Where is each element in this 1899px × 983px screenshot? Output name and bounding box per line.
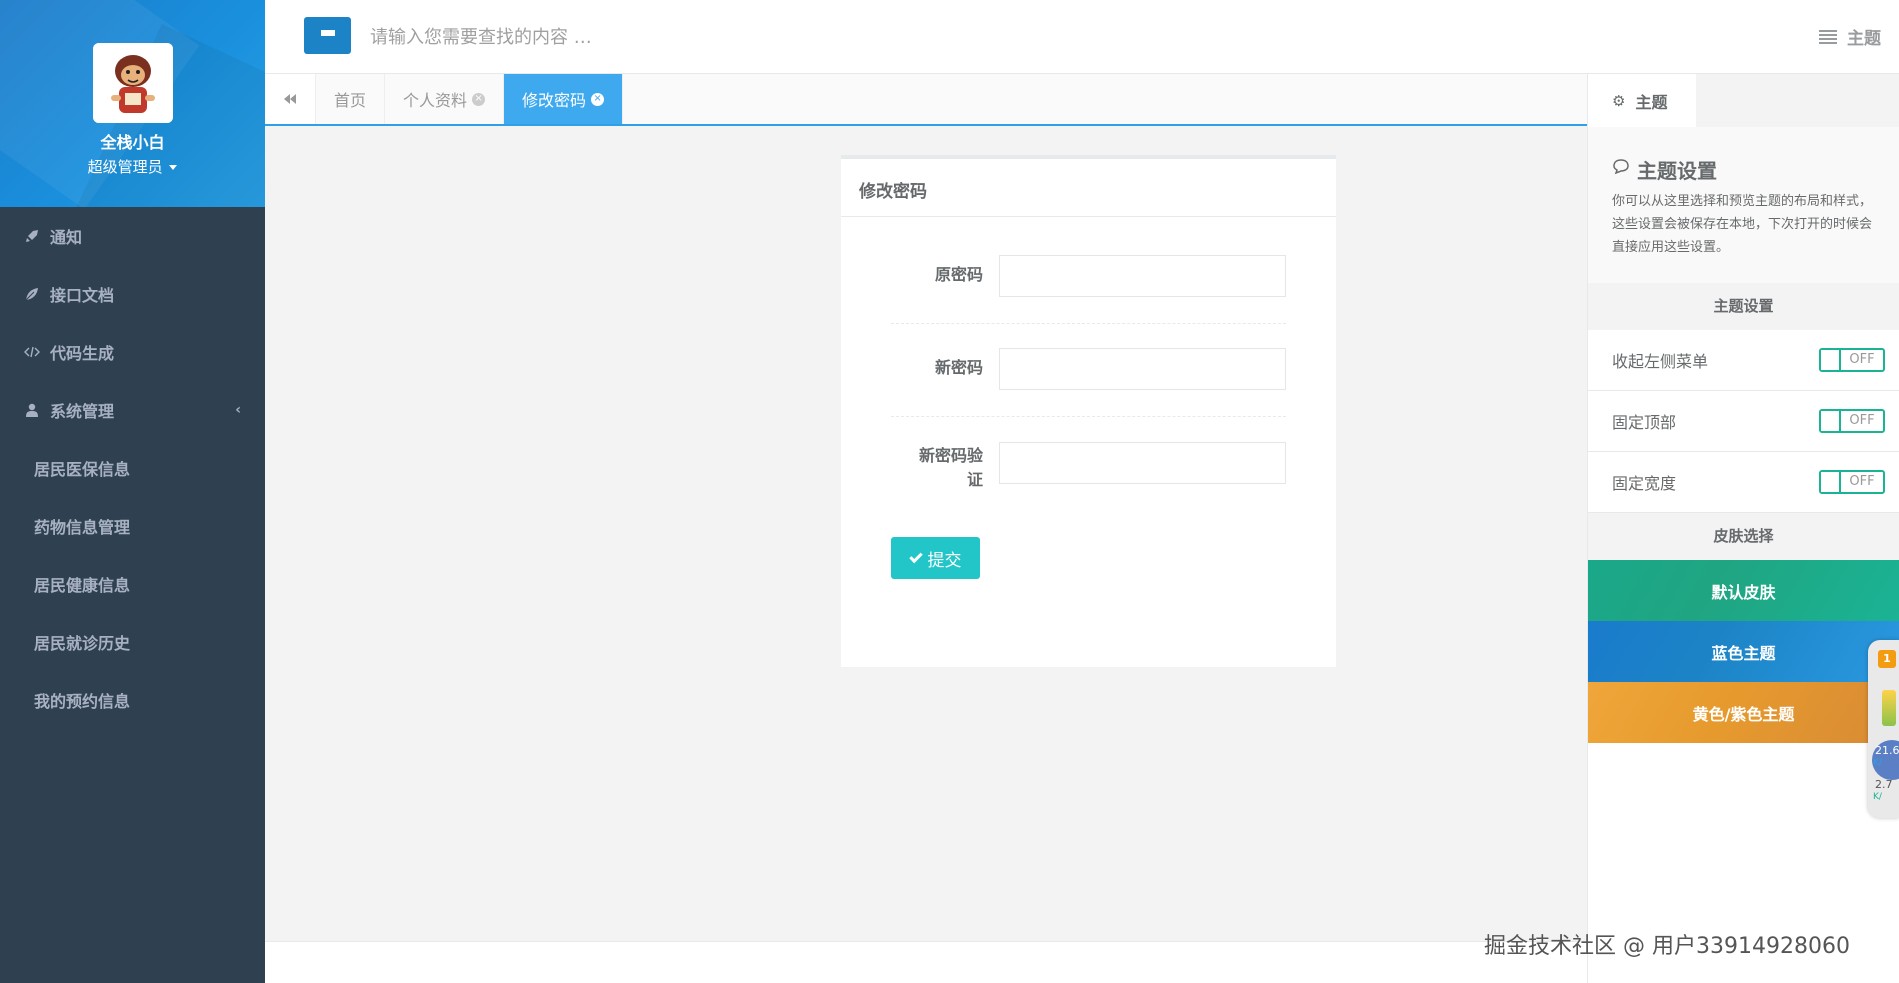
tab-label: 修改密码 <box>522 91 587 110</box>
role-dropdown[interactable]: 超级管理员 <box>0 156 265 177</box>
search-input[interactable] <box>370 22 970 52</box>
comments-icon <box>1612 159 1632 180</box>
chevron-left-icon: ‹ <box>235 402 241 418</box>
divider <box>891 416 1286 417</box>
sidebar-item-notice[interactable]: 通知 <box>0 207 265 265</box>
download-speed: 2.7 <box>1875 778 1893 791</box>
submenu-item-visit-history[interactable]: 居民就诊历史 <box>0 613 265 671</box>
submenu-item-medical-insurance[interactable]: 居民医保信息 <box>0 439 265 497</box>
close-tab-icon[interactable]: × <box>472 92 486 106</box>
toggle-row-fixed-width: 固定宽度 OFF <box>1588 452 1899 513</box>
submit-label: 提交 <box>927 550 962 571</box>
toggle-state: OFF <box>1849 413 1875 428</box>
toggle-knob <box>1821 472 1841 492</box>
sidebar-item-codegen[interactable]: 代码生成 <box>0 323 265 381</box>
tab-theme[interactable]: ⚙ 主题 <box>1588 74 1696 127</box>
monkey-avatar-icon <box>92 43 173 123</box>
theme-toggle-link[interactable]: 主题 <box>1819 24 1881 49</box>
tab-home[interactable]: 首页 <box>316 74 386 124</box>
toggle-label: 收起左侧菜单 <box>1612 352 1709 371</box>
check-icon <box>908 549 923 563</box>
theme-list-icon <box>1819 29 1837 44</box>
footer <box>265 941 1587 983</box>
sidebar-item-label: 系统管理 <box>50 402 115 421</box>
tabs-scroll-left-button[interactable] <box>265 74 316 124</box>
sidebar-item-label: 通知 <box>50 228 83 247</box>
skin-blue[interactable]: 蓝色主题 <box>1588 621 1899 682</box>
tab-label: 首页 <box>334 91 367 110</box>
double-chevron-left-icon <box>284 94 296 104</box>
menu-icon <box>320 29 335 42</box>
skin-default[interactable]: 默认皮肤 <box>1588 560 1899 621</box>
theme-link-label: 主题 <box>1847 29 1881 49</box>
sidebar: 全栈小白 超级管理员 通知 接口文档 代码生成 系统管理 ‹ 居民医保信息 药物… <box>0 0 265 983</box>
toggle-label: 固定宽度 <box>1612 474 1677 493</box>
change-password-card: 修改密码 原密码 新密码 新密码验证 提交 <box>841 155 1336 667</box>
profile-header: 全栈小白 超级管理员 <box>0 0 265 207</box>
leaf-icon <box>22 287 42 301</box>
page-tabs: 首页 个人资料 × 修改密码 × <box>265 74 1587 126</box>
caret-down-icon <box>169 165 178 170</box>
toggle-row-collapse-menu: 收起左侧菜单 OFF <box>1588 330 1899 391</box>
user-icon <box>22 403 42 417</box>
sidebar-item-label: 代码生成 <box>50 344 115 363</box>
new-password-field[interactable] <box>999 348 1286 390</box>
role-label: 超级管理员 <box>87 158 163 176</box>
toggle-label: 固定顶部 <box>1612 413 1677 432</box>
avatar[interactable] <box>92 43 173 123</box>
toggle-sidebar-button[interactable] <box>304 17 351 54</box>
watermark: 掘金技术社区 @ 用户3391492806​0 <box>1484 934 1850 959</box>
submit-button[interactable]: 提交 <box>891 537 980 579</box>
fixed-header-toggle[interactable]: OFF <box>1819 409 1885 433</box>
sidebar-item-api-docs[interactable]: 接口文档 <box>0 265 265 323</box>
old-password-field[interactable] <box>999 255 1286 297</box>
username: 全栈小白 <box>100 133 165 152</box>
panel-tab-label: 主题 <box>1635 92 1668 112</box>
old-password-label: 原密码 <box>934 265 983 284</box>
new-password-label: 新密码 <box>934 358 983 377</box>
submenu-item-appointments[interactable]: 我的预约信息 <box>0 671 265 729</box>
tab-label: 个人资料 <box>403 91 468 110</box>
settings-section-title: 主题设置 <box>1588 283 1899 330</box>
card-title: 修改密码 <box>841 159 1336 217</box>
network-speed-widget[interactable]: 1 21.6 K/ 2.7 K/ <box>1868 640 1899 818</box>
theme-heading-text: 主题设置 <box>1637 159 1717 183</box>
submenu-item-drug-info[interactable]: 药物信息管理 <box>0 497 265 555</box>
confirm-password-label: 新密码验证 <box>918 446 983 489</box>
notification-badge: 1 <box>1878 650 1896 668</box>
top-navbar: 主题 <box>265 0 1899 74</box>
toggle-knob <box>1821 350 1841 370</box>
tab-change-password[interactable]: 修改密码 × <box>504 74 624 124</box>
divider <box>891 323 1286 324</box>
panel-tabs: ⚙ 主题 <box>1588 74 1899 127</box>
upload-speed: 21.6 <box>1875 744 1899 757</box>
toggle-knob <box>1821 411 1841 431</box>
theme-intro: 主题设置 你可以从这里选择和预览主题的布局和样式，这些设置会被保存在本地，下次打… <box>1588 127 1899 283</box>
code-icon <box>22 346 42 358</box>
skin-yellow-purple[interactable]: 黄色/紫色主题 <box>1588 682 1899 743</box>
sidebar-item-system[interactable]: 系统管理 ‹ <box>0 381 265 439</box>
tab-profile[interactable]: 个人资料 × <box>385 74 505 124</box>
theme-description: 你可以从这里选择和预览主题的布局和样式，这些设置会被保存在本地，下次打开的时候会… <box>1612 194 1873 255</box>
download-unit: K/ <box>1873 792 1882 802</box>
rocket-icon <box>22 229 42 243</box>
close-tab-icon[interactable]: × <box>591 92 605 106</box>
upload-unit: K/ <box>1873 758 1882 768</box>
theme-settings-panel: ⚙ 主题 主题设置 你可以从这里选择和预览主题的布局和样式，这些设置会被保存在本… <box>1587 74 1899 983</box>
fixed-width-toggle[interactable]: OFF <box>1819 470 1885 494</box>
skin-section-title: 皮肤选择 <box>1588 513 1899 560</box>
sidebar-item-label: 接口文档 <box>50 286 115 305</box>
memory-bar-icon <box>1882 690 1896 726</box>
theme-heading: 主题设置 <box>1612 155 1875 184</box>
toggle-row-fixed-header: 固定顶部 OFF <box>1588 391 1899 452</box>
collapse-menu-toggle[interactable]: OFF <box>1819 348 1885 372</box>
toggle-state: OFF <box>1849 474 1875 489</box>
toggle-state: OFF <box>1849 352 1875 367</box>
confirm-password-field[interactable] <box>999 442 1286 484</box>
submenu-item-health-info[interactable]: 居民健康信息 <box>0 555 265 613</box>
gear-icon: ⚙ <box>1612 91 1626 110</box>
